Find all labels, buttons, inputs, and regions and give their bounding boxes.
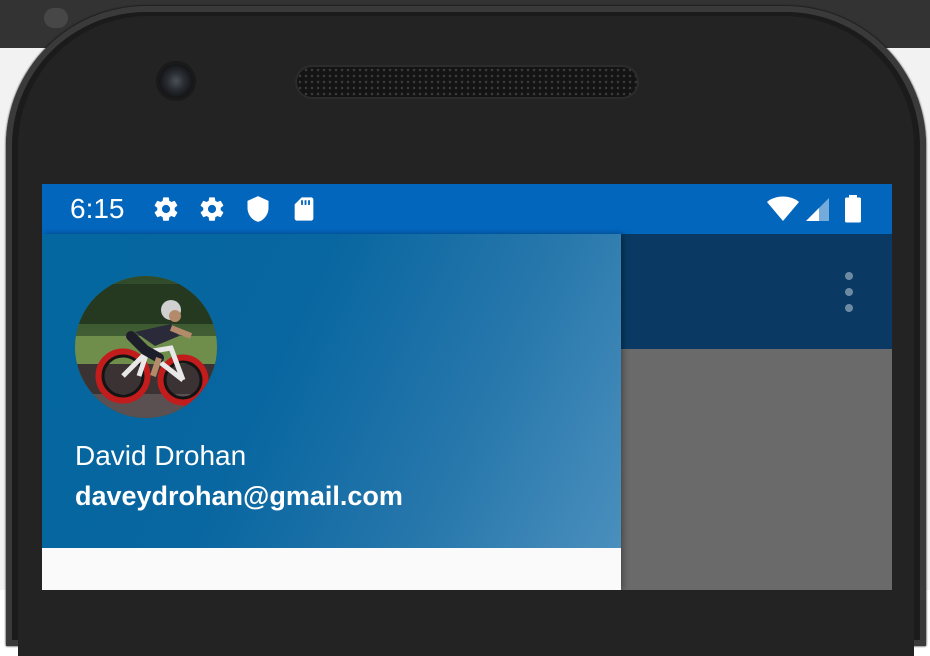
system-icons xyxy=(762,195,864,223)
front-camera xyxy=(159,64,193,98)
drawer-header: David Drohan daveydrohan@gmail.com xyxy=(42,234,621,548)
profile-avatar[interactable] xyxy=(75,276,217,418)
desktop-rotate-icon xyxy=(44,8,68,28)
user-email: daveydrohan@gmail.com xyxy=(75,481,403,511)
notification-icons xyxy=(152,195,336,223)
gear-icon xyxy=(200,197,224,221)
sd-card-icon xyxy=(294,197,314,221)
status-time: 6:15 xyxy=(70,193,125,224)
battery-icon xyxy=(845,195,861,223)
earpiece-speaker xyxy=(297,67,637,97)
overflow-dot xyxy=(845,304,853,312)
overflow-dot xyxy=(845,288,853,296)
overflow-dot xyxy=(845,272,853,280)
user-name: David Drohan xyxy=(75,440,247,471)
cell-signal-icon xyxy=(806,198,829,221)
status-bar: 6:15 xyxy=(42,184,892,234)
overflow-menu-icon[interactable] xyxy=(839,272,859,312)
gear-icon xyxy=(154,197,178,221)
device-screen: 6:15 David Drohan daveydrohan@gmail.com xyxy=(42,184,892,590)
cyclist-photo xyxy=(75,276,217,418)
shield-icon xyxy=(247,196,269,222)
navigation-drawer: David Drohan daveydrohan@gmail.com xyxy=(42,234,621,590)
wifi-icon xyxy=(767,196,799,221)
